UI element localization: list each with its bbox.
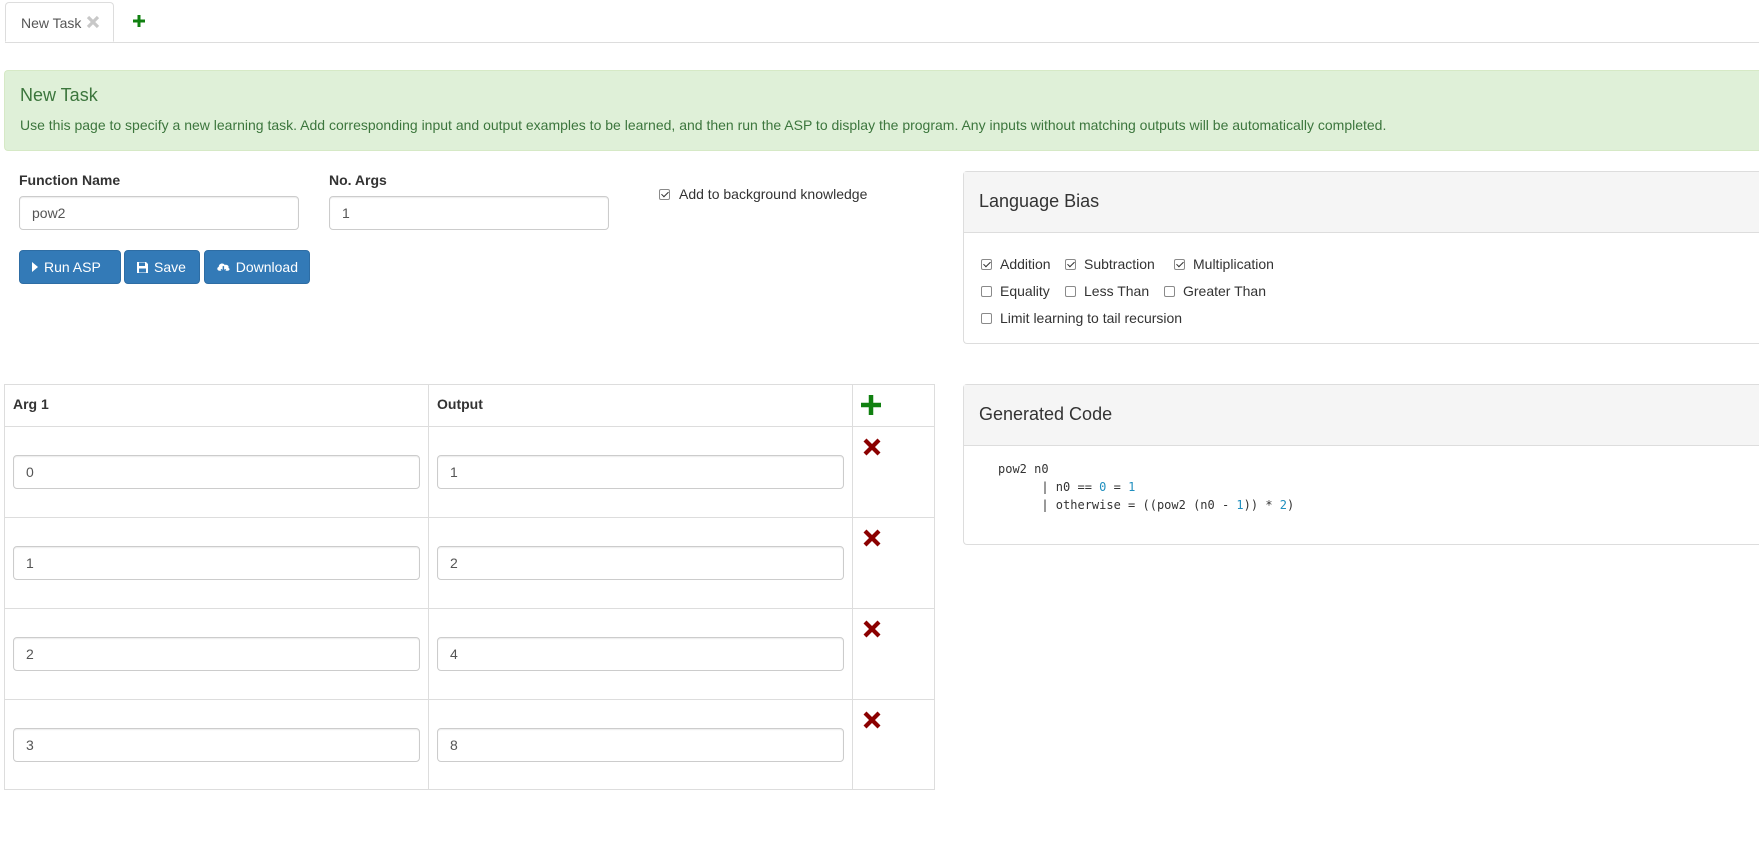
generated-code-panel: Generated Code pow2 n0 | n0 == 0 = 1 | o… <box>963 384 1759 545</box>
subtraction-checkbox[interactable] <box>1065 259 1076 270</box>
addition-checkbox[interactable] <box>981 259 992 270</box>
column-divider <box>428 385 429 789</box>
language-bias-panel: Language Bias Addition Subtraction Multi… <box>963 171 1759 344</box>
alert-title: New Task <box>20 85 98 105</box>
code-line: | otherwise = ((pow2 (n0 - 1)) * 2) <box>998 498 1295 512</box>
play-icon <box>32 262 38 272</box>
background-knowledge-label: Add to background knowledge <box>679 186 868 202</box>
download-label: Download <box>235 259 298 275</box>
cloud-download-icon <box>217 263 230 273</box>
column-divider <box>852 385 853 789</box>
equality-checkbox[interactable] <box>981 286 992 297</box>
arg1-input[interactable] <box>13 455 420 489</box>
language-bias-title: Language Bias <box>979 191 1100 211</box>
arg1-input[interactable] <box>13 637 420 671</box>
multiplication-label: Multiplication <box>1193 256 1274 272</box>
arg1-input[interactable] <box>13 546 420 580</box>
multiplication-checkbox[interactable] <box>1174 259 1185 270</box>
greater-than-label: Greater Than <box>1183 283 1267 299</box>
code-line: pow2 n0 <box>998 462 1049 476</box>
run-asp-label: Run ASP <box>44 259 101 275</box>
info-alert: New Task Use this page to specify a new … <box>4 70 1759 151</box>
alert-text: Use this page to specify a new learning … <box>20 117 1387 133</box>
output-input[interactable] <box>437 728 844 762</box>
greater-than-checkbox[interactable] <box>1164 286 1175 297</box>
equality-label: Equality <box>1000 283 1050 299</box>
subtraction-label: Subtraction <box>1084 256 1155 272</box>
header-arg1: Arg 1 <box>13 396 49 412</box>
panel-heading: Generated Code <box>964 385 1759 446</box>
code-line: | n0 == 0 = 1 <box>998 480 1136 494</box>
delete-row-icon[interactable] <box>862 619 882 639</box>
tail-recursion-checkbox[interactable] <box>981 313 992 324</box>
row-divider <box>5 608 934 609</box>
examples-table: Arg 1 Output <box>4 384 935 790</box>
header-output: Output <box>437 396 483 412</box>
tab-new-task[interactable]: New Task <box>5 2 114 42</box>
no-args-input[interactable] <box>329 196 609 230</box>
function-name-label: Function Name <box>19 172 121 188</box>
addition-label: Addition <box>1000 256 1051 272</box>
output-input[interactable] <box>437 455 844 489</box>
save-label: Save <box>154 259 186 275</box>
download-button[interactable]: Download <box>204 250 310 284</box>
save-button[interactable]: Save <box>124 250 200 284</box>
run-asp-button[interactable]: Run ASP <box>19 250 121 284</box>
floppy-disk-icon <box>137 261 148 273</box>
add-tab-icon[interactable] <box>132 14 146 28</box>
background-knowledge-checkbox[interactable] <box>659 189 670 200</box>
row-divider <box>5 517 934 518</box>
close-icon[interactable] <box>85 14 101 30</box>
delete-row-icon[interactable] <box>862 528 882 548</box>
add-row-icon[interactable] <box>860 394 882 416</box>
row-divider <box>5 699 934 700</box>
generated-code-block: pow2 n0 | n0 == 0 = 1 | otherwise = ((po… <box>998 460 1294 514</box>
delete-row-icon[interactable] <box>862 710 882 730</box>
less-than-checkbox[interactable] <box>1065 286 1076 297</box>
tab-bar: New Task <box>5 0 1759 43</box>
no-args-label: No. Args <box>329 172 387 188</box>
generated-code-title: Generated Code <box>979 404 1113 424</box>
tail-recursion-label: Limit learning to tail recursion <box>1000 310 1183 326</box>
output-input[interactable] <box>437 637 844 671</box>
less-than-label: Less Than <box>1084 283 1150 299</box>
function-name-input[interactable] <box>19 196 299 230</box>
row-divider <box>5 426 934 427</box>
delete-row-icon[interactable] <box>862 437 882 457</box>
output-input[interactable] <box>437 546 844 580</box>
panel-heading: Language Bias <box>964 172 1759 233</box>
arg1-input[interactable] <box>13 728 420 762</box>
tab-label: New Task <box>21 15 82 31</box>
